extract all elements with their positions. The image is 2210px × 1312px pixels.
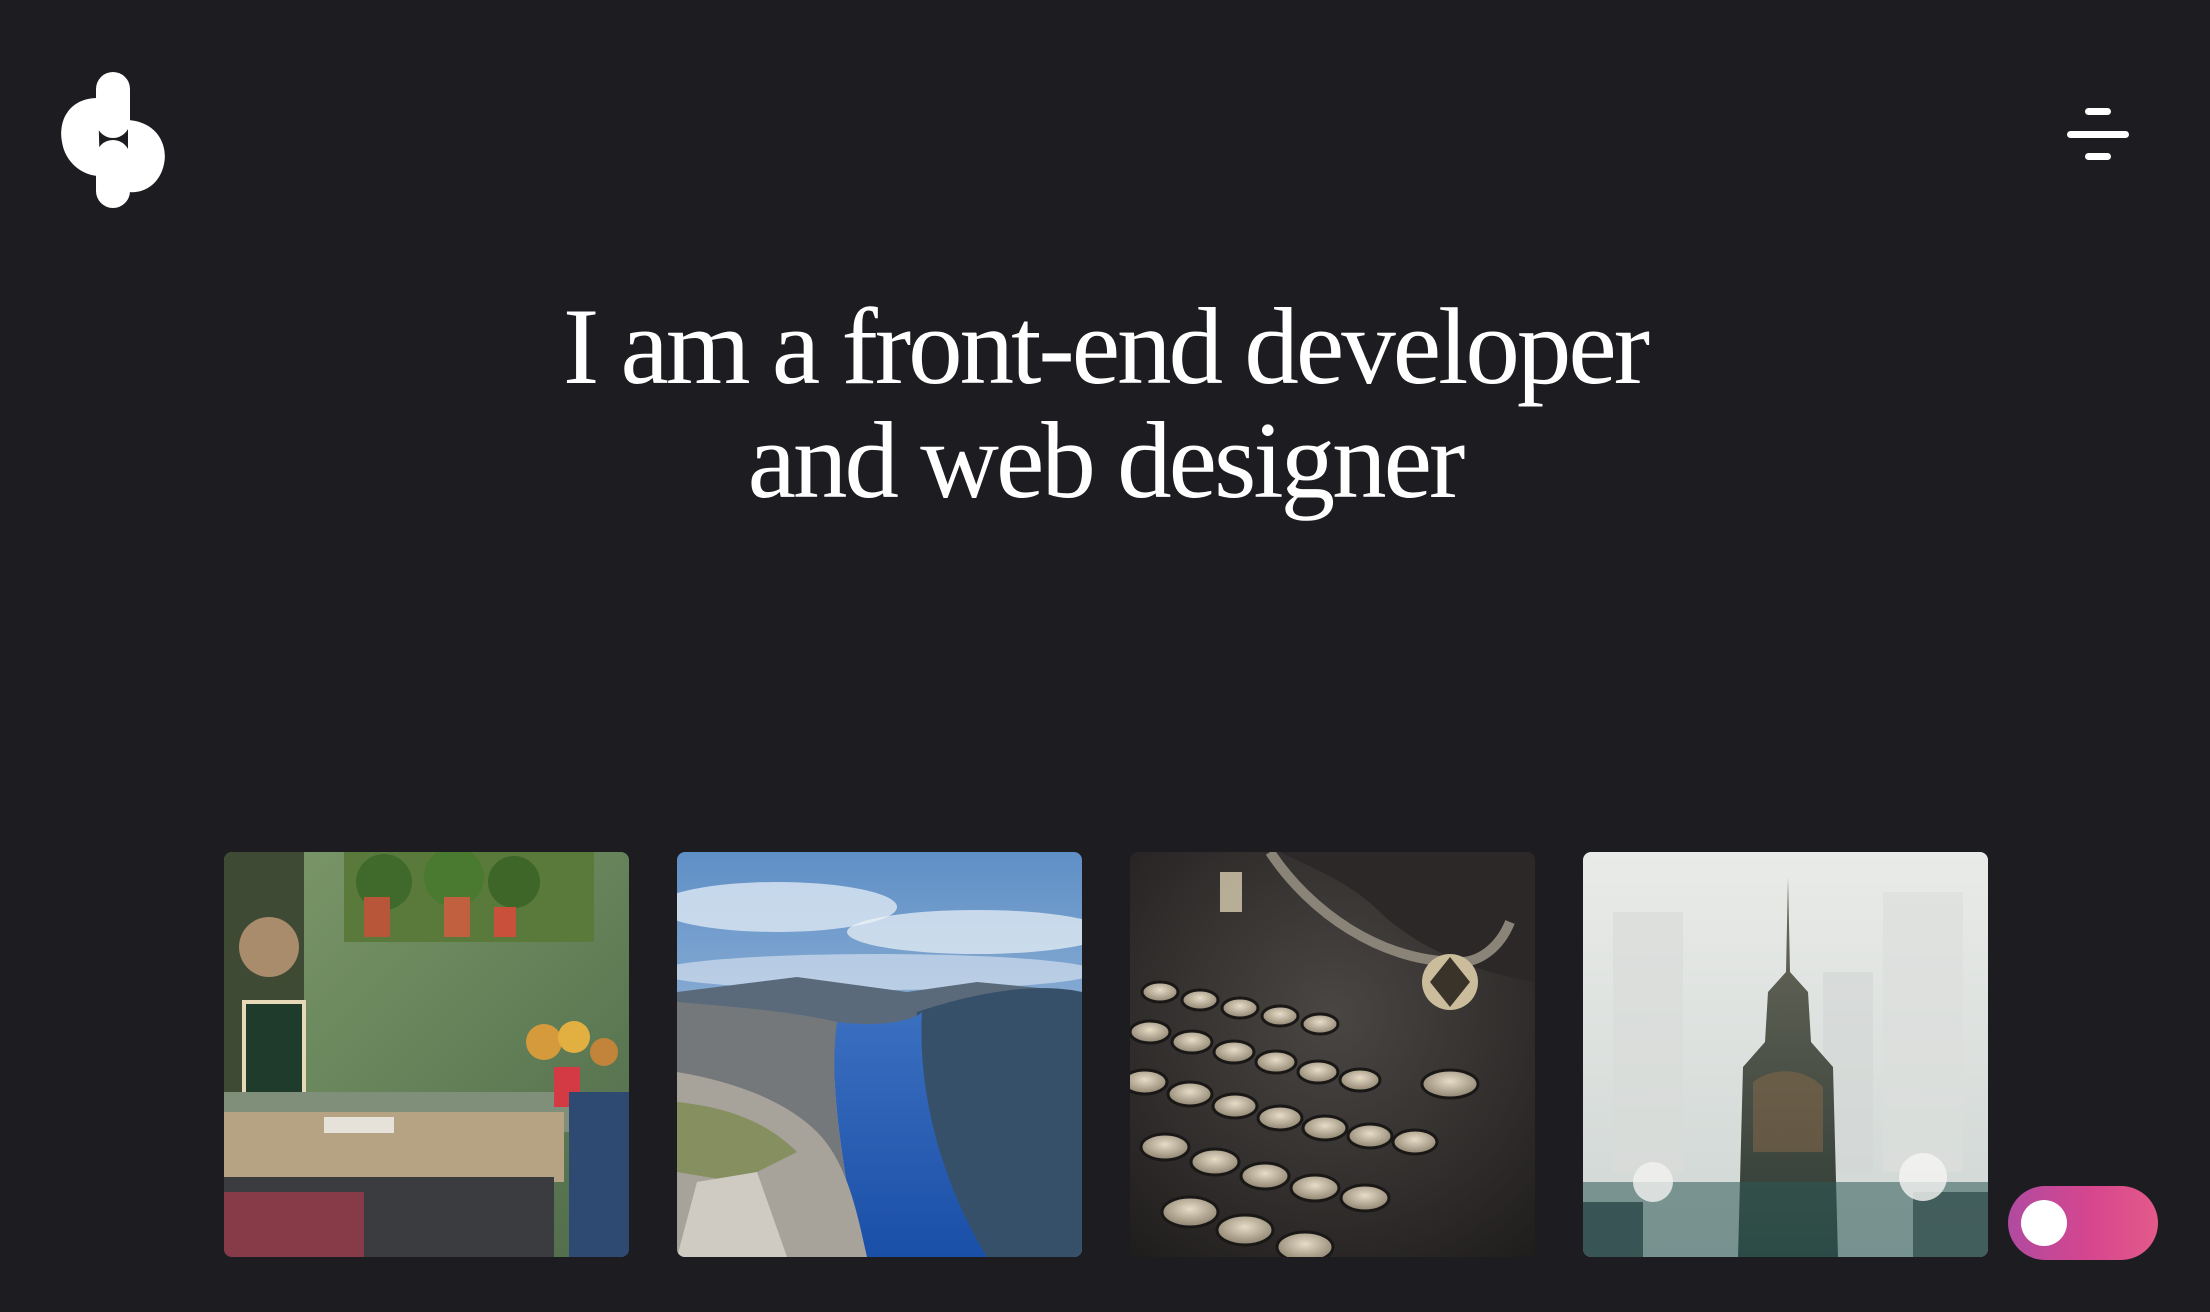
- theme-toggle-knob: [2021, 1200, 2067, 1246]
- gallery-item-typewriter[interactable]: [1130, 852, 1535, 1257]
- cafe-photo: [224, 852, 629, 1257]
- hero-title-line-2: and web designer: [747, 400, 1466, 521]
- menu-button[interactable]: [2065, 105, 2133, 160]
- typewriter-photo: [1130, 852, 1535, 1257]
- gallery-item-fjord[interactable]: [677, 852, 1082, 1257]
- brand-logo-icon[interactable]: [60, 70, 170, 210]
- hero-title-line-1: I am a front-end developer: [562, 286, 1650, 407]
- hero-title: I am a front-end developer and web desig…: [0, 290, 2210, 518]
- gallery-item-cafe[interactable]: [224, 852, 629, 1257]
- gallery-item-city[interactable]: [1583, 852, 1988, 1257]
- photo-gallery: [224, 852, 1988, 1257]
- city-photo: [1583, 852, 1988, 1257]
- hamburger-menu-icon: [2085, 108, 2111, 115]
- hero: I am a front-end developer and web desig…: [0, 290, 2210, 518]
- theme-toggle[interactable]: [2008, 1186, 2158, 1260]
- fjord-photo: [677, 852, 1082, 1257]
